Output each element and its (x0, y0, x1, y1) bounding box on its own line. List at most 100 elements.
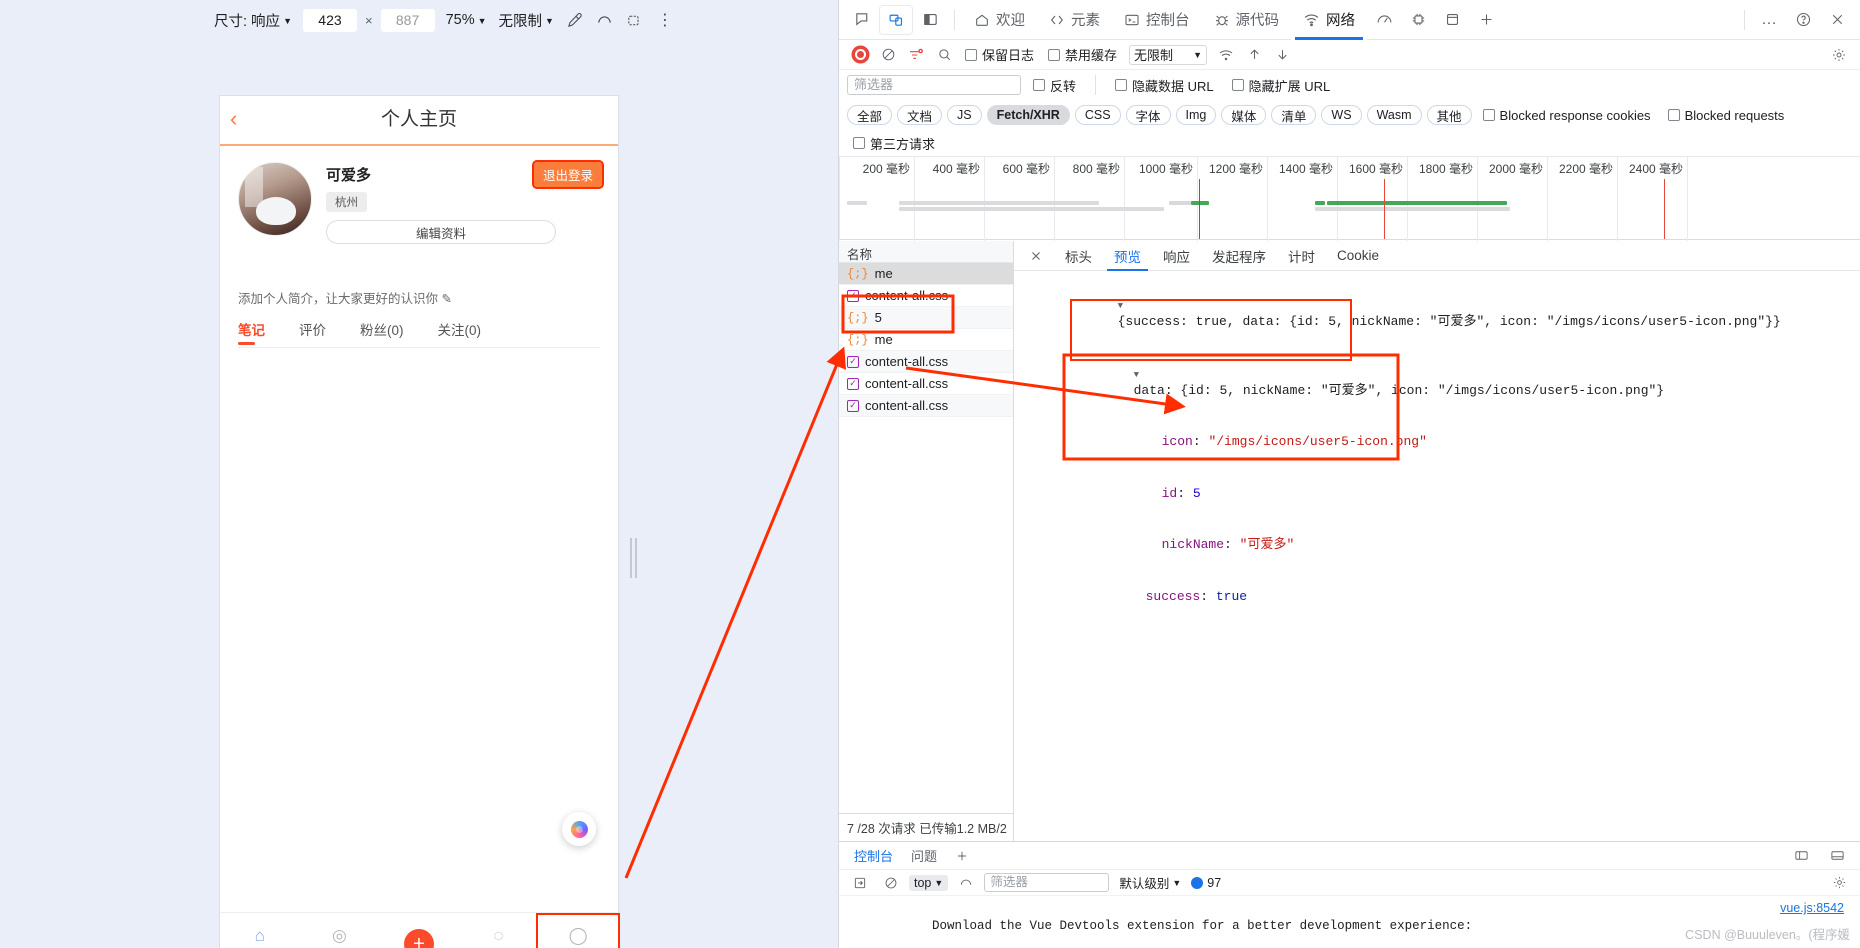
tab-console[interactable]: 控制台 (1112, 0, 1202, 40)
chevron-down-icon[interactable]: ▼ (1134, 370, 1139, 380)
console-sidebar-icon[interactable] (1784, 841, 1818, 871)
memory-icon[interactable] (1401, 5, 1435, 35)
profile-bio[interactable]: 添加个人简介，让大家更好的认识你 ✎ (238, 288, 600, 307)
type-filter-ws[interactable]: WS (1321, 105, 1362, 125)
gear-icon[interactable] (1826, 43, 1852, 67)
tab-timing[interactable]: 计时 (1277, 241, 1326, 271)
type-filter-doc[interactable]: 文档 (897, 105, 943, 125)
column-header-name[interactable]: 名称 (839, 241, 1013, 263)
device-toolbar-icon[interactable] (879, 4, 913, 35)
type-filter-media[interactable]: 媒体 (1221, 105, 1267, 125)
zoom-selector[interactable]: 75% ▼ (440, 7, 493, 33)
type-filter-img[interactable]: Img (1175, 105, 1217, 125)
type-filter-manifest[interactable]: 清单 (1271, 105, 1317, 125)
console-context-selector[interactable]: top ▼ (909, 874, 949, 891)
screenshot-icon[interactable] (620, 6, 650, 34)
import-har-icon[interactable] (1241, 43, 1267, 67)
disable-cache-checkbox[interactable]: 禁用缓存 (1042, 45, 1123, 64)
phone-viewport[interactable]: ‹ 个人主页 可爱多 杭州 编辑资料 退出登录 添加个人简介，让大家更好的认识你… (220, 96, 620, 948)
table-row[interactable]: ✓ content-all.css (839, 395, 1013, 417)
json-preview-tree[interactable]: ▼ {success: true, data: {id: 5, nickName… (1014, 271, 1860, 630)
inspect-icon[interactable] (845, 5, 879, 35)
device-width-input[interactable]: 423 (302, 8, 357, 32)
dock-side-icon[interactable] (913, 5, 947, 35)
filter-off-icon[interactable] (903, 43, 929, 67)
detail-close-button[interactable] (1018, 241, 1054, 271)
tab-headers[interactable]: 标头 (1054, 241, 1103, 271)
table-row[interactable]: {;} me (839, 263, 1013, 285)
network-filter-input[interactable]: 筛选器 (847, 75, 1021, 95)
console-filter-input[interactable]: 筛选器 (984, 873, 1110, 892)
plus-icon[interactable] (1469, 5, 1503, 35)
export-har-icon[interactable] (1269, 43, 1295, 67)
rotate-icon[interactable] (590, 6, 620, 34)
more-vertical-icon[interactable]: … (1752, 5, 1786, 35)
chevron-left-icon[interactable]: ‹ (230, 108, 237, 130)
tab-notes[interactable]: 笔记 (238, 319, 265, 345)
tabbar-item-message[interactable]: ◌ 消息 (459, 927, 539, 948)
tabbar-item-mine[interactable]: ◯ 我的 (536, 912, 620, 948)
tab-sources[interactable]: 源代码 (1202, 0, 1292, 40)
device-size-selector[interactable]: 尺寸: 响应 ▼ (208, 7, 298, 33)
type-filter-wasm[interactable]: Wasm (1366, 105, 1422, 125)
tab-following[interactable]: 关注(0) (438, 319, 482, 339)
blocked-requests-checkbox[interactable]: Blocked requests (1662, 108, 1791, 123)
tab-network[interactable]: 网络 (1291, 0, 1367, 40)
preserve-log-checkbox[interactable]: 保留日志 (959, 45, 1040, 64)
type-filter-font[interactable]: 字体 (1125, 105, 1171, 125)
table-row[interactable]: {;} 5 (839, 307, 1013, 329)
table-row[interactable]: {;} me (839, 329, 1013, 351)
clear-icon[interactable] (875, 43, 901, 67)
table-row[interactable]: ✓ content-all.css (839, 373, 1013, 395)
hide-ext-urls-checkbox[interactable]: 隐藏扩展 URL (1226, 76, 1337, 95)
tabbar-item-publish[interactable]: + (379, 928, 459, 948)
clear-console-icon[interactable] (878, 871, 904, 895)
tab-initiator[interactable]: 发起程序 (1201, 241, 1277, 271)
hide-data-urls-checkbox[interactable]: 隐藏数据 URL (1109, 76, 1220, 95)
network-throttle-selector[interactable]: 无限制 ▼ (493, 7, 560, 33)
more-vertical-icon[interactable]: ⋮ (650, 6, 680, 34)
help-icon[interactable] (1786, 5, 1820, 35)
type-filter-fetch-xhr[interactable]: Fetch/XHR (986, 105, 1070, 125)
table-row[interactable]: ✓ content-all.css (839, 351, 1013, 373)
type-filter-other[interactable]: 其他 (1426, 105, 1472, 125)
tab-issues[interactable]: 问题 (902, 845, 946, 867)
tabbar-item-map[interactable]: ◎ 地图 (300, 927, 380, 948)
tab-fans[interactable]: 粉丝(0) (360, 319, 404, 339)
tab-elements[interactable]: 元素 (1037, 0, 1112, 40)
console-message-source[interactable]: vue.js:8542 (1780, 900, 1844, 918)
gear-icon[interactable] (1826, 871, 1852, 895)
tab-cookies[interactable]: Cookie (1326, 241, 1390, 271)
tab-preview[interactable]: 预览 (1103, 241, 1152, 271)
info-count-badge[interactable]: 97 (1191, 876, 1221, 890)
invert-checkbox[interactable]: 反转 (1027, 76, 1082, 95)
type-filter-css[interactable]: CSS (1074, 105, 1121, 125)
tab-reviews[interactable]: 评价 (299, 319, 326, 339)
close-icon[interactable] (1820, 5, 1854, 35)
device-height-input[interactable]: 887 (380, 8, 435, 32)
blocked-response-cookies-checkbox[interactable]: Blocked response cookies (1477, 108, 1657, 123)
logout-button[interactable]: 退出登录 (531, 160, 605, 189)
tabbar-item-home[interactable]: ⌂ 首页 (220, 927, 300, 948)
console-level-selector[interactable]: 默认级别 ▼ (1114, 872, 1186, 893)
type-filter-js[interactable]: JS (947, 105, 982, 125)
search-icon[interactable] (931, 43, 957, 67)
application-icon[interactable] (1435, 5, 1469, 35)
network-overview-timeline[interactable]: 200 毫秒 400 毫秒 600 毫秒 800 毫秒 1000 毫秒 1200… (839, 156, 1860, 241)
ai-assistant-button[interactable] (562, 812, 596, 846)
network-throttle-dropdown[interactable]: 无限制 ▼ (1129, 44, 1208, 65)
performance-icon[interactable] (1367, 5, 1401, 35)
tab-welcome[interactable]: 欢迎 (962, 0, 1037, 40)
eyedropper-icon[interactable] (560, 6, 590, 34)
record-stop-icon[interactable] (847, 43, 873, 67)
execution-context-icon[interactable] (847, 871, 873, 895)
table-row[interactable]: ✓ content-all.css (839, 285, 1013, 307)
plus-icon[interactable] (946, 845, 978, 867)
third-party-checkbox[interactable]: 第三方请求 (847, 134, 941, 153)
throttle-icon[interactable] (1213, 43, 1239, 67)
dock-bottom-icon[interactable] (1820, 841, 1854, 871)
live-expression-icon[interactable] (953, 871, 979, 895)
tab-response[interactable]: 响应 (1152, 241, 1201, 271)
edit-profile-button[interactable]: 编辑资料 (326, 220, 556, 244)
pane-resizer[interactable] (626, 536, 640, 580)
